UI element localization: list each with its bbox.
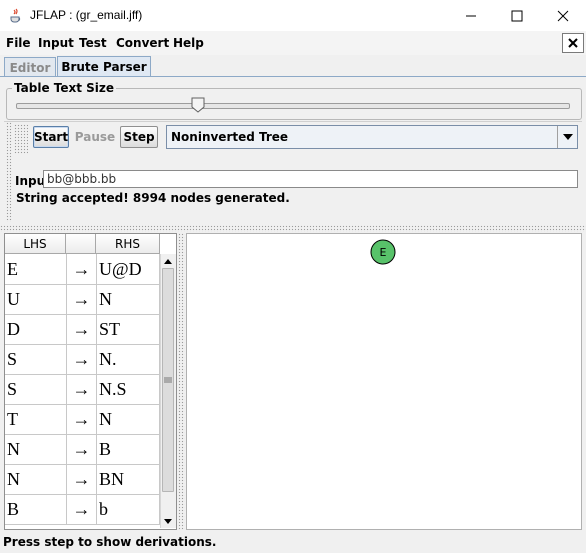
close-button[interactable] <box>540 0 586 31</box>
toolbar-grip-handle[interactable] <box>14 124 28 154</box>
rhs-cell[interactable]: B <box>97 434 160 464</box>
arrow-cell[interactable]: → <box>67 254 97 284</box>
derivation-tree-panel <box>186 233 582 530</box>
column-header-rhs[interactable]: RHS <box>96 234 160 254</box>
lhs-cell[interactable]: E <box>5 254 67 284</box>
column-header-lhs[interactable]: LHS <box>5 234 66 254</box>
close-x-icon <box>568 38 578 48</box>
dropdown-arrow-icon[interactable] <box>557 126 578 148</box>
pause-button[interactable]: Pause <box>73 126 117 148</box>
arrow-cell[interactable]: → <box>67 314 97 344</box>
lhs-cell[interactable]: S <box>5 344 67 374</box>
rhs-cell[interactable]: N <box>97 284 160 314</box>
rhs-cell[interactable]: U@D <box>97 254 160 284</box>
close-icon <box>557 10 569 21</box>
table-row[interactable]: T → N <box>5 404 160 435</box>
lhs-cell[interactable]: U <box>5 284 67 314</box>
horizontal-split-divider[interactable] <box>0 225 586 232</box>
rhs-cell[interactable]: BN <box>97 464 160 494</box>
arrow-cell[interactable]: → <box>67 344 97 374</box>
text-size-slider-thumb[interactable] <box>191 97 205 113</box>
rhs-cell[interactable]: N.S <box>97 374 160 404</box>
lhs-cell[interactable]: N <box>5 434 67 464</box>
maximize-icon <box>511 10 523 21</box>
java-app-icon <box>8 7 24 23</box>
close-tab-button[interactable] <box>562 33 584 53</box>
scrollbar-thumb[interactable] <box>162 268 174 492</box>
table-row[interactable]: N → B <box>5 434 160 465</box>
tab-divider <box>0 76 586 77</box>
maximize-button[interactable] <box>494 0 540 31</box>
arrow-cell[interactable]: → <box>67 464 97 494</box>
table-row[interactable]: N → BN <box>5 464 160 495</box>
table-row[interactable]: E → U@D <box>5 254 160 285</box>
step-button[interactable]: Step <box>120 126 158 148</box>
window-title: JFLAP : (gr_email.jff) <box>30 8 143 22</box>
lhs-cell[interactable]: B <box>5 494 67 524</box>
lhs-cell[interactable]: N <box>5 464 67 494</box>
lhs-cell[interactable]: T <box>5 404 67 434</box>
table-row[interactable]: S → N. <box>5 344 160 375</box>
menu-test[interactable]: Test <box>79 36 107 50</box>
scroll-down-icon[interactable] <box>161 515 175 527</box>
minimize-button[interactable] <box>448 0 494 31</box>
toolbar-grip[interactable] <box>6 122 12 222</box>
arrow-cell[interactable]: → <box>67 374 97 404</box>
table-row[interactable]: B → b <box>5 494 160 525</box>
grip-lines-icon <box>164 377 172 383</box>
menu-file[interactable]: File <box>6 36 31 50</box>
status-bar-text: Press step to show derivations. <box>3 535 217 549</box>
menu-help[interactable]: Help <box>173 36 204 50</box>
tree-root-node[interactable]: E <box>370 239 396 265</box>
scroll-up-icon[interactable] <box>161 255 175 267</box>
menu-convert[interactable]: Convert <box>116 36 169 50</box>
table-row[interactable]: D → ST <box>5 314 160 345</box>
tree-view-selected-value: Noninverted Tree <box>171 130 289 144</box>
start-button[interactable]: Start <box>33 126 69 148</box>
rhs-cell[interactable]: N. <box>97 344 160 374</box>
menu-input[interactable]: Input <box>38 36 74 50</box>
table-text-size-label: Table Text Size <box>12 81 117 95</box>
arrow-cell[interactable]: → <box>67 284 97 314</box>
rhs-cell[interactable]: N <box>97 404 160 434</box>
minimize-icon <box>466 15 476 16</box>
input-field[interactable]: bb@bbb.bb <box>43 170 578 188</box>
arrow-cell[interactable]: → <box>67 434 97 464</box>
table-row[interactable]: S → N.S <box>5 374 160 405</box>
lhs-cell[interactable]: S <box>5 374 67 404</box>
lhs-cell[interactable]: D <box>5 314 67 344</box>
column-header-arrow[interactable] <box>66 234 96 254</box>
rhs-cell[interactable]: b <box>97 494 160 524</box>
arrow-cell[interactable]: → <box>67 494 97 524</box>
table-row[interactable]: U → N <box>5 284 160 315</box>
parse-result-message: String accepted! 8994 nodes generated. <box>16 191 290 205</box>
rhs-cell[interactable]: ST <box>97 314 160 344</box>
tree-root-label: E <box>380 246 387 259</box>
vertical-split-divider[interactable] <box>178 233 185 530</box>
tab-brute-parser[interactable]: Brute Parser <box>57 56 151 77</box>
tab-editor[interactable]: Editor <box>4 57 56 77</box>
arrow-cell[interactable]: → <box>67 404 97 434</box>
text-size-slider-track[interactable] <box>16 103 570 109</box>
